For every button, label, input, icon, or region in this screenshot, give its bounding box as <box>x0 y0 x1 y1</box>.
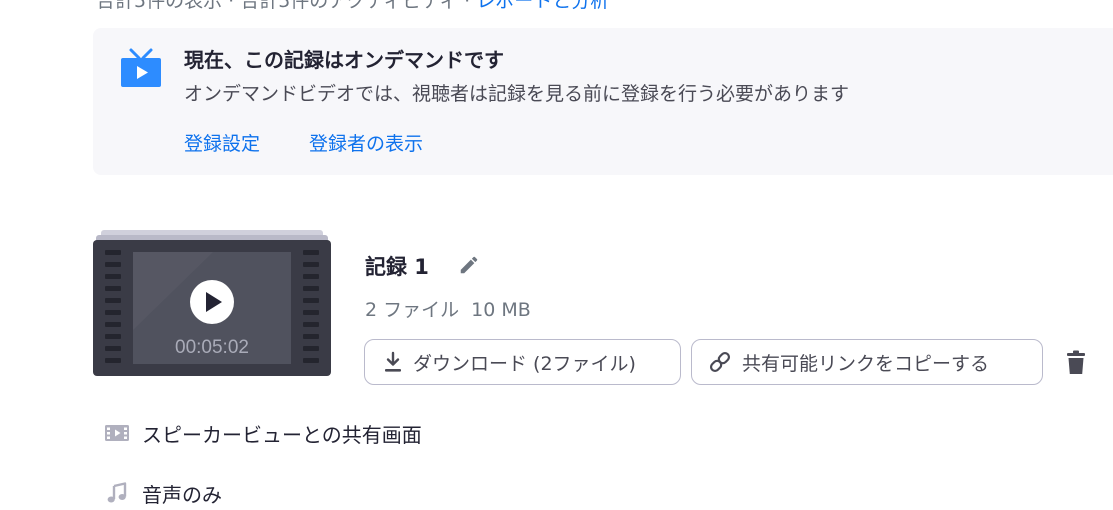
download-button[interactable]: ダウンロード (2ファイル) <box>364 339 681 385</box>
tv-play-icon <box>121 48 161 87</box>
recording-title: 記録 1 <box>365 255 429 279</box>
activity-summary-text: 合計5件の表示 · 合計5件のアクティビティ · <box>96 0 471 12</box>
file-item-audio-only[interactable]: 音声のみ <box>104 478 222 508</box>
recording-meta: 2 ファイル 10 MB <box>365 295 531 322</box>
registration-settings-link[interactable]: 登録設定 <box>184 129 260 156</box>
link-icon <box>709 351 731 373</box>
trash-icon[interactable] <box>1064 350 1088 376</box>
film-icon <box>105 425 129 441</box>
edit-pencil-icon[interactable] <box>458 254 480 276</box>
download-icon <box>385 351 401 372</box>
file-item-label: 音声のみ <box>142 482 222 507</box>
copy-share-link-button[interactable]: 共有可能リンクをコピーする <box>691 339 1043 385</box>
view-registrants-link[interactable]: 登録者の表示 <box>309 129 423 156</box>
reports-link[interactable]: レポートと分析 <box>476 0 609 12</box>
download-button-label: ダウンロード (2ファイル) <box>413 352 636 375</box>
recording-duration: 00:05:02 <box>175 337 249 358</box>
banner-description: オンデマンドビデオでは、視聴者は記録を見る前に登録を行う必要があります <box>184 83 850 105</box>
file-count: 2 ファイル <box>365 299 460 321</box>
play-icon[interactable] <box>190 280 234 324</box>
file-item-shared-screen[interactable]: スピーカービューとの共有画面 <box>104 418 422 448</box>
file-item-label: スピーカービューとの共有画面 <box>142 422 422 447</box>
banner-title: 現在、この記録はオンデマンドです <box>184 48 504 72</box>
copy-share-link-label: 共有可能リンクをコピーする <box>742 352 990 375</box>
activity-summary: 合計5件の表示 · 合計5件のアクティビティ · レポートと分析 <box>96 0 609 13</box>
on-demand-banner: 現在、この記録はオンデマンドです オンデマンドビデオでは、視聴者は記録を見る前に… <box>93 28 1113 175</box>
file-size: 10 MB <box>471 299 531 321</box>
music-note-icon <box>107 482 127 503</box>
recording-thumbnail[interactable]: 00:05:02 <box>93 230 331 376</box>
